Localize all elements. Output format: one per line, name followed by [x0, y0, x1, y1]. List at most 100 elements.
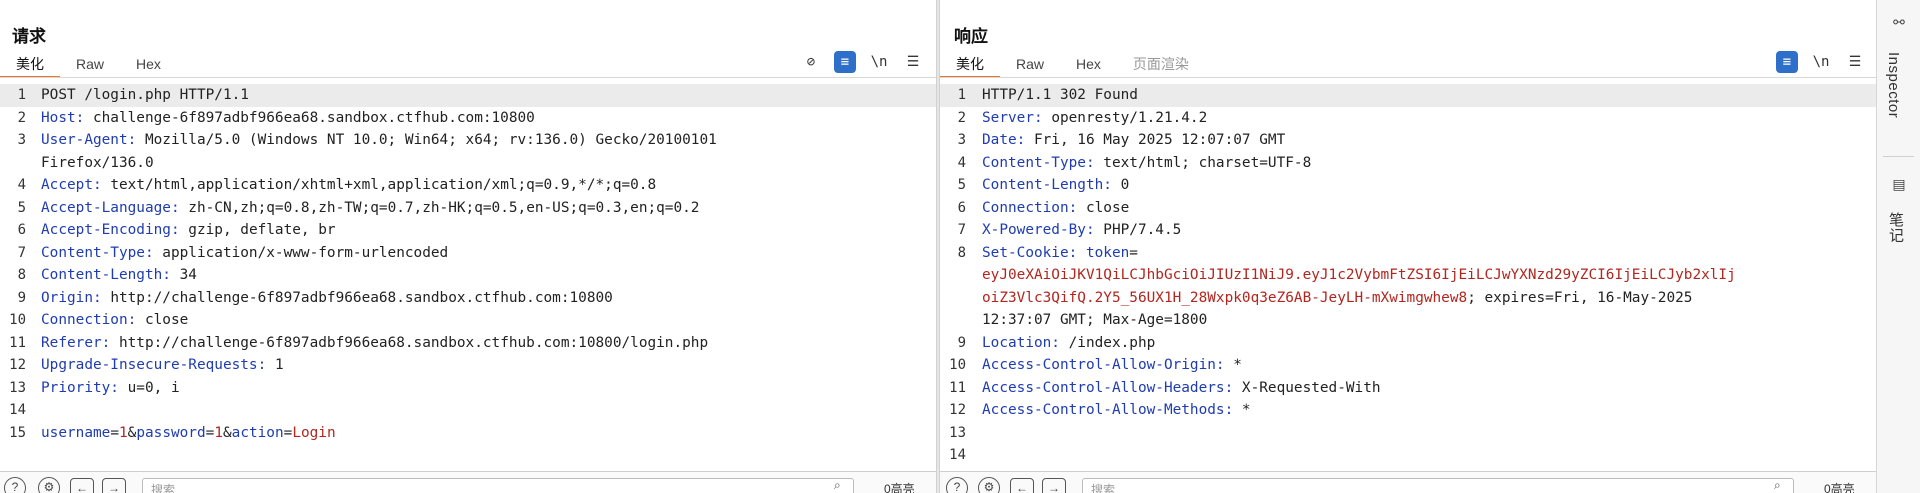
- line-number: 4: [957, 154, 966, 171]
- settings-gear-icon[interactable]: ⚙: [978, 477, 1000, 493]
- response-code-line[interactable]: 3 Date: Fri, 16 May 2025 12:07:07 GMT: [940, 129, 1876, 152]
- text-segment: /index.php: [1068, 334, 1156, 351]
- line-content: eyJ0eXAiOiJKV1QiLCJhbGciOiJIUzI1NiJ9.eyJ…: [982, 264, 1736, 287]
- wrap-icon[interactable]: ≡: [834, 51, 856, 73]
- response-code-line[interactable]: 12:37:07 GMT; Max-Age=1800: [940, 309, 1876, 332]
- help-icon[interactable]: ?: [4, 477, 26, 493]
- request-code-line[interactable]: Firefox/136.0: [0, 152, 936, 175]
- line-number: 2: [957, 109, 966, 126]
- inspector-tab[interactable]: Inspector: [1885, 52, 1902, 118]
- request-tab-0[interactable]: 美化: [0, 52, 60, 78]
- line-number: 5: [17, 199, 26, 216]
- text-segment: ; expires=Fri, 16-May-2025: [1467, 289, 1693, 306]
- response-code-line[interactable]: 4 Content-Type: text/html; charset=UTF-8: [940, 152, 1876, 175]
- text-segment: =: [283, 424, 293, 441]
- text-segment: openresty/1.21.4.2: [1051, 109, 1208, 126]
- request-code-line[interactable]: 14: [0, 399, 936, 422]
- response-tab-divider: [940, 77, 1876, 78]
- notes-document-icon[interactable]: ▤: [1889, 176, 1909, 196]
- request-code-line[interactable]: 3 User-Agent: Mozilla/5.0 (Windows NT 10.…: [0, 129, 936, 152]
- line-number: 9: [17, 289, 26, 306]
- request-code-line[interactable]: 15 username=1&password=1&action=Login: [0, 422, 936, 445]
- param-value: oiZ3Vlc3QifQ.2Y5_56UX1H_28Wxpk0q3eZ6AB-J…: [982, 289, 1468, 306]
- response-tab-2[interactable]: Hex: [1060, 52, 1117, 78]
- next-arrow-icon[interactable]: →: [1042, 478, 1066, 493]
- response-editor[interactable]: 1 HTTP/1.1 302 Found 2 Server: openresty/1.…: [940, 84, 1876, 471]
- request-tab-divider: [0, 77, 936, 78]
- wrap-icon[interactable]: ≡: [1776, 51, 1798, 73]
- response-tab-1[interactable]: Raw: [1000, 52, 1060, 78]
- response-search-input[interactable]: 搜索: [1082, 478, 1794, 493]
- request-code-line[interactable]: 11 Referer: http://challenge-6f897adbf966…: [0, 332, 936, 355]
- line-content: Server: openresty/1.21.4.2: [982, 107, 1207, 130]
- line-content: Location: /index.php: [982, 332, 1155, 355]
- response-code-line[interactable]: 2 Server: openresty/1.21.4.2: [940, 107, 1876, 130]
- text-segment: http://challenge-6f897adbf966ea68.sandbo…: [110, 289, 613, 306]
- request-code-line[interactable]: 2 Host: challenge-6f897adbf966ea68.sandbo…: [0, 107, 936, 130]
- response-code-line[interactable]: 9 Location: /index.php: [940, 332, 1876, 355]
- line-number: 8: [957, 244, 966, 261]
- request-code-line[interactable]: 4 Accept: text/html,application/xhtml+xml…: [0, 174, 936, 197]
- inspector-tune-icon[interactable]: ⚯: [1889, 14, 1909, 34]
- response-code-line[interactable]: 12 Access-Control-Allow-Methods: *: [940, 399, 1876, 422]
- request-code-line[interactable]: 6 Accept-Encoding: gzip, deflate, br: [0, 219, 936, 242]
- line-content: Accept: text/html,application/xhtml+xml,…: [41, 174, 656, 197]
- text-segment: =: [1129, 244, 1138, 261]
- line-number: 12: [9, 357, 26, 373]
- notes-tab[interactable]: 笔记: [1885, 212, 1906, 243]
- header-key: Content-Type:: [41, 244, 163, 261]
- request-code-line[interactable]: 5 Accept-Language: zh-CN,zh;q=0.8,zh-TW;q…: [0, 197, 936, 220]
- response-code-line[interactable]: 5 Content-Length: 0: [940, 174, 1876, 197]
- request-code-line[interactable]: 1 POST /login.php HTTP/1.1: [0, 84, 936, 107]
- help-icon[interactable]: ?: [946, 477, 968, 493]
- line-content: Connection: close: [41, 309, 188, 332]
- request-code-line[interactable]: 12 Upgrade-Insecure-Requests: 1: [0, 354, 936, 377]
- prev-arrow-icon[interactable]: ←: [1010, 478, 1034, 493]
- header-key: Set-Cookie:: [982, 244, 1086, 261]
- request-search-input[interactable]: 搜索: [142, 478, 854, 493]
- header-key: Priority:: [41, 379, 128, 396]
- newline-icon[interactable]: \n: [1810, 51, 1832, 73]
- response-code-line[interactable]: 10 Access-Control-Allow-Origin: *: [940, 354, 1876, 377]
- next-arrow-icon[interactable]: →: [102, 478, 126, 493]
- text-segment: http://challenge-6f897adbf966ea68.sandbo…: [118, 334, 709, 351]
- param-value: 1: [118, 424, 128, 441]
- response-code-line[interactable]: 7 X-Powered-By: PHP/7.4.5: [940, 219, 1876, 242]
- line-number: 3: [957, 132, 966, 148]
- header-key: Accept:: [41, 177, 111, 193]
- request-code-line[interactable]: 13 Priority: u=0, i: [0, 377, 936, 400]
- request-code-line[interactable]: 7 Content-Type: application/x-www-form-ur…: [0, 242, 936, 265]
- response-code-line[interactable]: 11 Access-Control-Allow-Headers: X-Reques…: [940, 377, 1876, 400]
- prev-arrow-icon[interactable]: ←: [70, 478, 94, 493]
- line-content: Priority: u=0, i: [41, 377, 180, 400]
- request-code-line[interactable]: 8 Content-Length: 34: [0, 264, 936, 287]
- request-editor[interactable]: 1 POST /login.php HTTP/1.1 2 Host: challeng…: [0, 84, 936, 471]
- request-tab-1[interactable]: Raw: [60, 52, 120, 78]
- text-segment: =: [205, 424, 215, 441]
- response-pane: 响应 美化 Raw Hex 页面渲染 ≡ \n ☰ 1 HTTP/1.1 302 Fou…: [940, 0, 1876, 493]
- response-code-line[interactable]: 1 HTTP/1.1 302 Found: [940, 84, 1876, 107]
- response-tab-3[interactable]: 页面渲染: [1117, 52, 1205, 78]
- eye-slash-icon[interactable]: ⊘: [800, 51, 822, 73]
- response-code-line[interactable]: eyJ0eXAiOiJKV1QiLCJhbGciOiJIUzI1NiJ9.eyJ…: [940, 264, 1876, 287]
- header-key: Access-Control-Allow-Headers:: [982, 379, 1242, 396]
- header-key: password: [136, 424, 206, 441]
- response-tab-0[interactable]: 美化: [940, 52, 1000, 78]
- response-code-line[interactable]: oiZ3Vlc3QifQ.2Y5_56UX1H_28Wxpk0q3eZ6AB-J…: [940, 287, 1876, 310]
- text-segment: HTTP/1.1 302 Found: [982, 87, 1138, 103]
- line-number: 2: [17, 109, 26, 126]
- response-code-line[interactable]: 14: [940, 444, 1876, 467]
- newline-icon[interactable]: \n: [868, 51, 890, 73]
- line-content: Content-Length: 0: [982, 174, 1129, 197]
- menu-icon[interactable]: ☰: [1844, 51, 1866, 73]
- settings-gear-icon[interactable]: ⚙: [38, 477, 60, 493]
- line-number: 4: [17, 177, 26, 193]
- request-code-line[interactable]: 9 Origin: http://challenge-6f897adbf966ea…: [0, 287, 936, 310]
- response-code-line[interactable]: 13: [940, 422, 1876, 445]
- request-tab-2[interactable]: Hex: [120, 52, 177, 78]
- menu-icon[interactable]: ☰: [902, 51, 924, 73]
- response-code-line[interactable]: 6 Connection: close: [940, 197, 1876, 220]
- response-code-line[interactable]: 8 Set-Cookie: token=: [940, 242, 1876, 265]
- request-code-line[interactable]: 10 Connection: close: [0, 309, 936, 332]
- text-segment: *: [1233, 357, 1242, 373]
